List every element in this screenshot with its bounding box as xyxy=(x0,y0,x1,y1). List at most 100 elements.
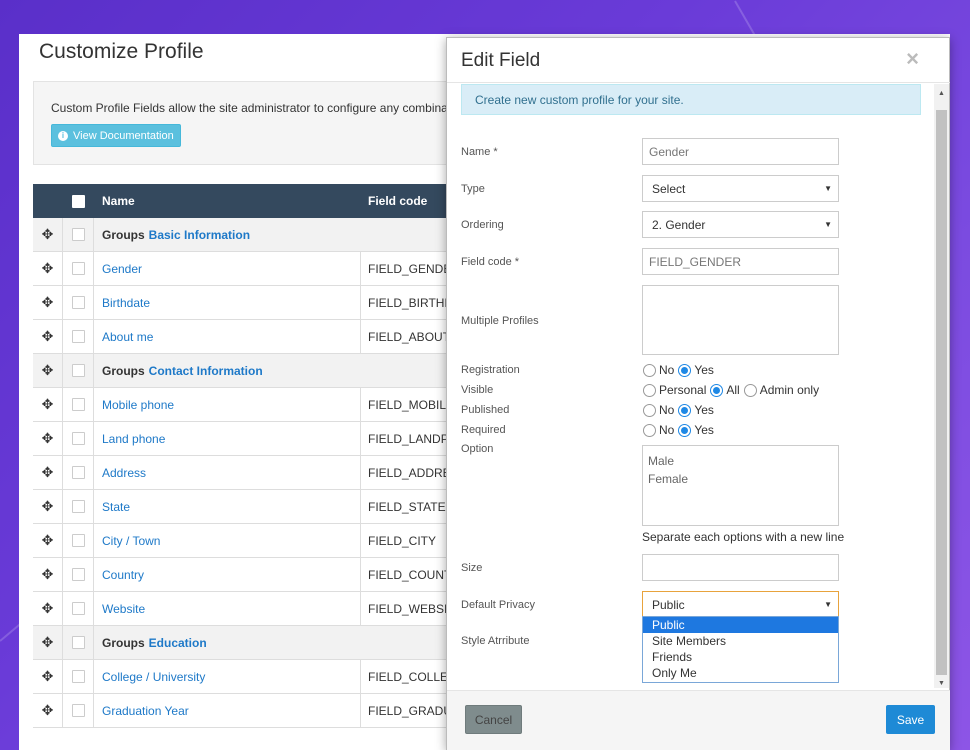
multiple-profiles-list[interactable] xyxy=(642,285,839,355)
field-link[interactable]: Gender xyxy=(102,262,142,276)
privacy-option[interactable]: Only Me xyxy=(643,665,838,681)
view-documentation-label: View Documentation xyxy=(73,129,174,142)
field-link[interactable]: Country xyxy=(102,568,144,582)
save-button[interactable]: Save xyxy=(886,705,935,734)
row-checkbox[interactable] xyxy=(71,296,85,309)
visible-all-radio[interactable] xyxy=(710,383,724,397)
drag-handle-icon[interactable]: ✥ xyxy=(33,218,63,251)
field-link[interactable]: State xyxy=(102,500,130,514)
drag-handle-icon[interactable]: ✥ xyxy=(33,558,63,591)
radio-label: Yes xyxy=(694,423,714,437)
row-checkbox[interactable] xyxy=(71,500,85,513)
drag-handle-icon[interactable]: ✥ xyxy=(33,388,63,421)
drag-handle-icon[interactable]: ✥ xyxy=(33,626,63,659)
privacy-option[interactable]: Friends xyxy=(643,649,838,665)
scroll-down-icon[interactable]: ▼ xyxy=(934,676,949,690)
drag-handle-icon[interactable]: ✥ xyxy=(33,422,63,455)
visible-admin-only-radio[interactable] xyxy=(743,383,757,397)
published-label: Published xyxy=(461,404,510,416)
field-link[interactable]: Birthdate xyxy=(102,296,150,310)
row-checkbox[interactable] xyxy=(71,704,85,717)
required-no-radio[interactable] xyxy=(643,423,656,437)
drag-handle-icon[interactable]: ✥ xyxy=(33,660,63,693)
row-checkbox[interactable] xyxy=(71,636,85,649)
privacy-option[interactable]: Public xyxy=(643,617,838,633)
option-line: Female xyxy=(648,472,689,486)
view-documentation-button[interactable]: i View Documentation xyxy=(51,124,181,147)
registration-yes-radio[interactable] xyxy=(678,363,692,377)
modal-title: Edit Field xyxy=(461,50,541,71)
close-icon[interactable]: × xyxy=(906,46,919,72)
ordering-select-value: 2. Gender xyxy=(652,217,706,232)
row-checkbox[interactable] xyxy=(71,568,85,581)
size-label: Size xyxy=(461,562,483,574)
privacy-option[interactable]: Site Members xyxy=(643,633,838,649)
table-row: ✥ State FIELD_STATE xyxy=(33,490,493,524)
field-link[interactable]: Graduation Year xyxy=(102,704,189,718)
type-select[interactable]: Select ▼ xyxy=(642,175,839,202)
default-privacy-select[interactable]: Public ▼ xyxy=(642,591,839,618)
table-row: ✥ About me FIELD_ABOUTME xyxy=(33,320,493,354)
row-checkbox[interactable] xyxy=(71,398,85,411)
row-checkbox[interactable] xyxy=(71,330,85,343)
cancel-button[interactable]: Cancel xyxy=(465,705,522,734)
option-label: Option xyxy=(461,443,494,455)
group-link[interactable]: Education xyxy=(149,636,207,650)
modal-footer: Cancel Save xyxy=(447,690,950,750)
drag-handle-icon[interactable]: ✥ xyxy=(33,456,63,489)
field-link[interactable]: College / University xyxy=(102,670,205,684)
registration-no-radio[interactable] xyxy=(643,363,656,377)
visible-radios: Personal All Admin only xyxy=(643,382,823,398)
radio-label: Admin only xyxy=(759,383,820,397)
published-no-radio[interactable] xyxy=(643,403,656,417)
field-code-input[interactable]: FIELD_GENDER xyxy=(642,248,839,275)
row-checkbox[interactable] xyxy=(71,364,85,377)
table-row: ✥ Birthdate FIELD_BIRTHDATE xyxy=(33,286,493,320)
name-cell: Address xyxy=(93,456,361,489)
info-alert: Create new custom profile for your site. xyxy=(461,84,921,115)
drag-handle-icon[interactable]: ✥ xyxy=(33,694,63,727)
registration-label: Registration xyxy=(461,364,520,376)
option-textarea[interactable]: Male Female xyxy=(642,445,839,526)
size-input[interactable] xyxy=(642,554,839,581)
field-link[interactable]: City / Town xyxy=(102,534,160,548)
drag-handle-icon[interactable]: ✥ xyxy=(33,286,63,319)
drag-handle-icon[interactable]: ✥ xyxy=(33,320,63,353)
ordering-select[interactable]: 2. Gender ▼ xyxy=(642,211,839,238)
name-cell: Country xyxy=(93,558,361,591)
multiple-profiles-label: Multiple Profiles xyxy=(461,315,539,327)
default-privacy-label: Default Privacy xyxy=(461,599,535,611)
drag-handle-icon[interactable]: ✥ xyxy=(33,592,63,625)
drag-handle-icon[interactable]: ✥ xyxy=(33,252,63,285)
field-link[interactable]: Land phone xyxy=(102,432,165,446)
row-checkbox[interactable] xyxy=(71,466,85,479)
name-input[interactable]: Gender xyxy=(642,138,839,165)
drag-handle-icon[interactable]: ✥ xyxy=(33,490,63,523)
row-checkbox[interactable] xyxy=(71,670,85,683)
row-checkbox[interactable] xyxy=(71,534,85,547)
field-link[interactable]: About me xyxy=(102,330,153,344)
row-checkbox[interactable] xyxy=(71,602,85,615)
row-checkbox[interactable] xyxy=(71,262,85,275)
select-all-checkbox[interactable] xyxy=(71,194,85,208)
group-row: ✥ Groups Contact Information xyxy=(33,354,493,388)
drag-handle-icon[interactable]: ✥ xyxy=(33,354,63,387)
scrollbar-thumb[interactable] xyxy=(936,110,947,675)
chevron-down-icon: ▼ xyxy=(824,220,832,229)
field-link[interactable]: Website xyxy=(102,602,145,616)
visible-personal-radio[interactable] xyxy=(643,383,656,397)
group-link[interactable]: Basic Information xyxy=(149,228,250,242)
field-link[interactable]: Mobile phone xyxy=(102,398,174,412)
field-link[interactable]: Address xyxy=(102,466,146,480)
row-checkbox[interactable] xyxy=(71,432,85,445)
group-row: ✥ Groups Education xyxy=(33,626,493,660)
published-yes-radio[interactable] xyxy=(678,403,692,417)
radio-label: No xyxy=(659,403,675,417)
row-checkbox[interactable] xyxy=(71,228,85,241)
group-prefix: Groups xyxy=(102,635,145,650)
group-link[interactable]: Contact Information xyxy=(149,364,263,378)
radio-label: All xyxy=(726,383,740,397)
drag-handle-icon[interactable]: ✥ xyxy=(33,524,63,557)
required-yes-radio[interactable] xyxy=(678,423,692,437)
scroll-up-icon[interactable]: ▲ xyxy=(934,86,949,100)
